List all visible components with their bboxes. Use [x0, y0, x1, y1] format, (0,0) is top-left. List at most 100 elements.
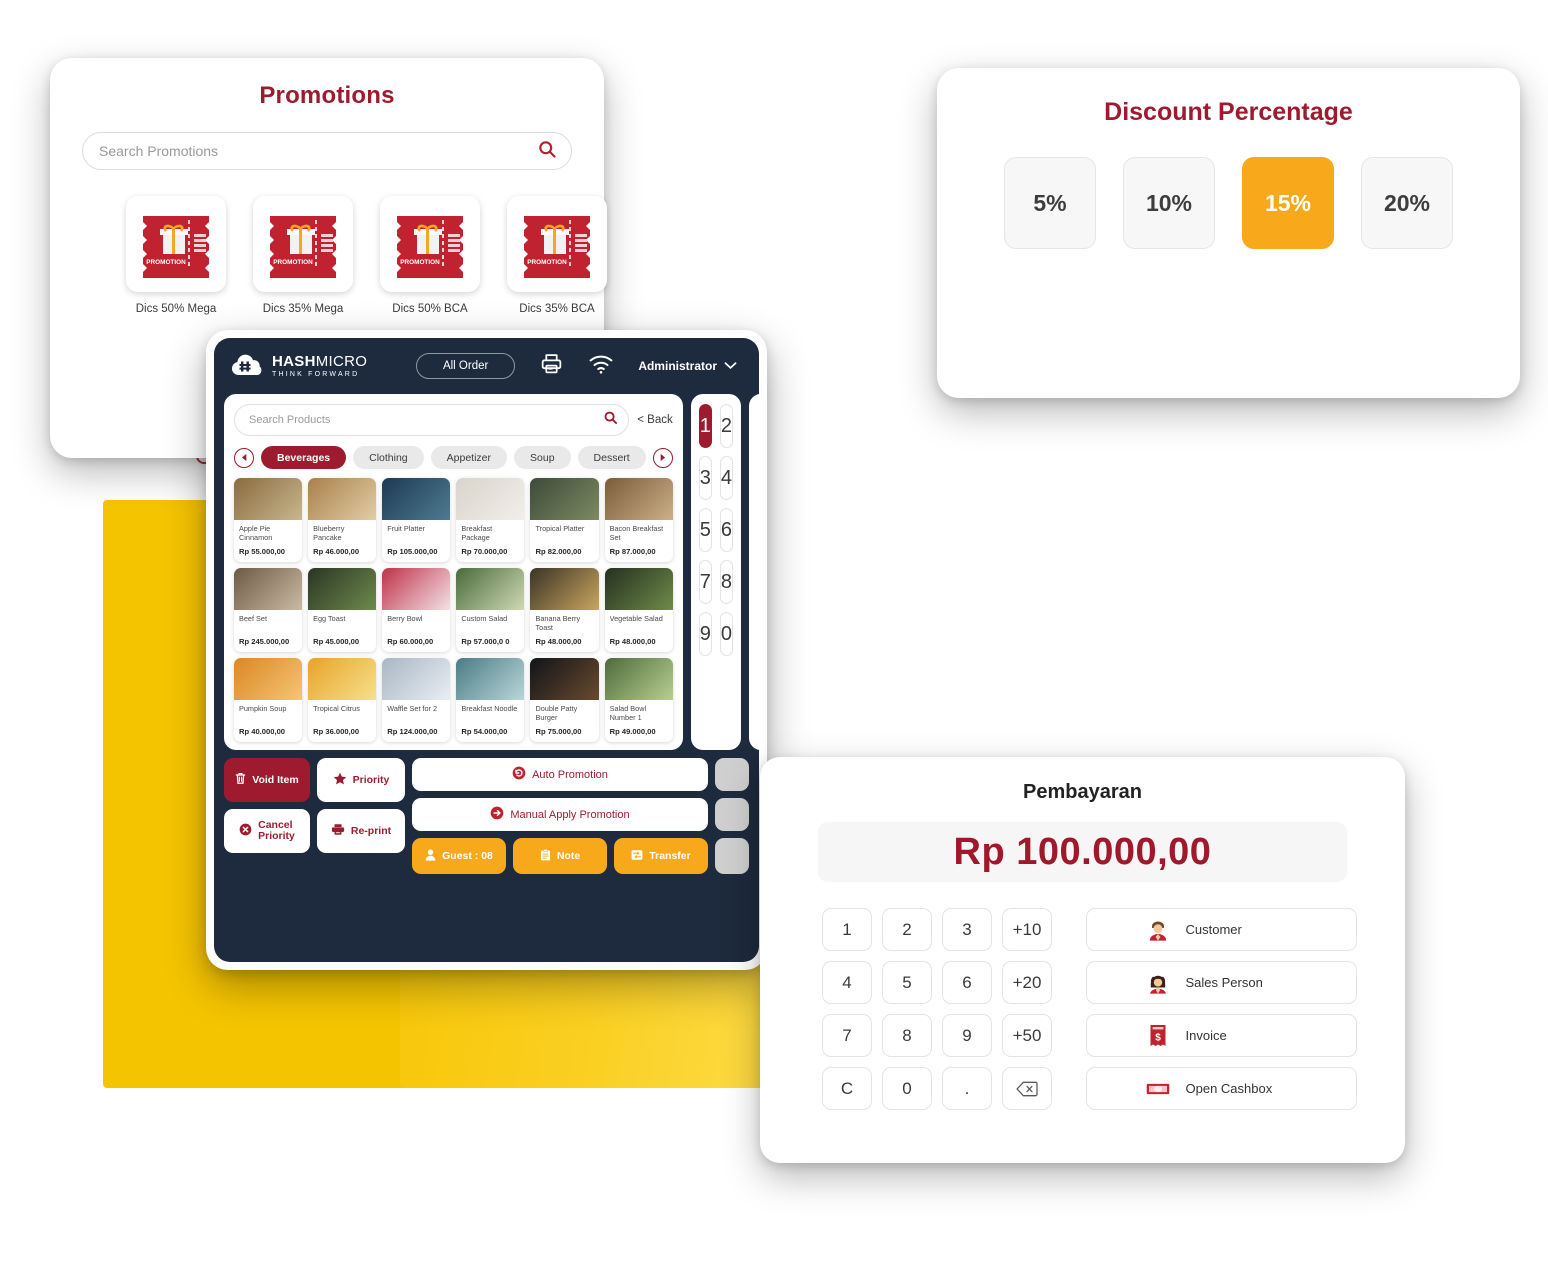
product-name: Custom Salad [461, 614, 508, 623]
payment-key-dot[interactable]: . [942, 1067, 992, 1110]
category-beverages[interactable]: Beverages [261, 446, 347, 469]
promotions-search-input[interactable] [99, 143, 537, 159]
payment-key-6[interactable]: 6 [942, 961, 992, 1004]
keypad-key-2[interactable]: 2 [719, 404, 733, 448]
backspace-icon[interactable] [1002, 1067, 1052, 1110]
payment-key-3[interactable]: 3 [942, 908, 992, 951]
payment-key-plus20[interactable]: +20 [1002, 961, 1052, 1004]
keypad-key-3[interactable]: 3 [698, 456, 712, 500]
category-appetizer[interactable]: Appetizer [430, 446, 508, 469]
keypad-key-8[interactable]: 8 [719, 560, 733, 604]
overflow-button-2[interactable] [715, 798, 749, 831]
category-dessert[interactable]: Dessert [577, 446, 646, 469]
all-order-button[interactable]: All Order [415, 353, 516, 379]
product-name: Breakfast Noodle [461, 704, 518, 713]
product-card[interactable]: Breakfast Noodle Rp 54.000,00 [456, 658, 525, 742]
chevron-left-icon[interactable] [234, 447, 254, 468]
product-card[interactable]: Tropical Platter Rp 82.000,00 [530, 478, 599, 562]
category-soup[interactable]: Soup [514, 446, 571, 469]
product-card[interactable]: Apple Pie Cinnamon Rp 55.000,00 [234, 478, 303, 562]
product-card[interactable]: Banana Berry Toast Rp 48.000,00 [530, 568, 599, 652]
product-image [308, 478, 377, 520]
overflow-button-3[interactable] [715, 838, 749, 874]
product-card[interactable]: Pumpkin Soup Rp 40.000,00 [234, 658, 303, 742]
discount-option-10[interactable]: 10% [1123, 157, 1215, 249]
product-card[interactable]: Breakfast Package Rp 70.000,00 [456, 478, 525, 562]
product-panel: < Back Beverages Clothing Appetizer Soup… [224, 394, 683, 750]
payment-key-7[interactable]: 7 [822, 1014, 872, 1057]
product-card[interactable]: Salad Bowl Number 1 Rp 49.000,00 [604, 658, 673, 742]
payment-key-plus10[interactable]: +10 [1002, 908, 1052, 951]
product-card[interactable]: Vegetable Salad Rp 48.000,00 [604, 568, 673, 652]
promotions-list: PROMOTION Dics 50% Mega PROMOTION Dics 3… [126, 196, 607, 315]
product-card[interactable]: Blueberry Pancake Rp 46.000,00 [308, 478, 377, 562]
wifi-icon[interactable] [588, 354, 614, 379]
promotion-item[interactable]: PROMOTION Dics 50% BCA [380, 196, 480, 315]
promotion-ticket-icon[interactable]: PROMOTION [126, 196, 226, 292]
product-card[interactable]: Berry Bowl Rp 60.000,00 [382, 568, 451, 652]
keypad-key-0[interactable]: 0 [719, 612, 733, 656]
promotion-item[interactable]: PROMOTION Dics 35% BCA [507, 196, 607, 315]
open-cashbox-button[interactable]: Open Cashbox [1086, 1067, 1357, 1110]
search-icon[interactable] [537, 139, 557, 164]
sales-person-button[interactable]: Sales Person [1086, 961, 1357, 1004]
product-card[interactable]: Double Patty Burger Rp 75.000,00 [530, 658, 599, 742]
chevron-right-icon[interactable] [652, 447, 673, 468]
printer-icon[interactable] [539, 351, 564, 381]
note-button[interactable]: Note [513, 838, 607, 874]
transfer-button[interactable]: Transfer [614, 838, 708, 874]
cancel-priority-button[interactable]: Cancel Priority [224, 809, 310, 853]
product-card[interactable]: Custom Salad Rp 57.000,0 0 [456, 568, 525, 652]
product-search-input[interactable] [249, 414, 604, 426]
payment-key-9[interactable]: 9 [942, 1014, 992, 1057]
back-link[interactable]: < Back [637, 414, 672, 426]
payment-keypad: 1 2 3 +10 4 5 6 +20 7 8 9 +50 C 0. [822, 908, 1052, 1110]
priority-button[interactable]: Priority [317, 758, 405, 802]
void-item-button[interactable]: Void Item [224, 758, 310, 802]
payment-key-0[interactable]: 0 [882, 1067, 932, 1110]
keypad-key-7[interactable]: 7 [698, 560, 712, 604]
search-icon[interactable] [603, 410, 618, 430]
promotion-ticket-icon[interactable]: PROMOTION [380, 196, 480, 292]
payment-key-1[interactable]: 1 [822, 908, 872, 951]
keypad-key-4[interactable]: 4 [719, 456, 733, 500]
keypad-key-5[interactable]: 5 [698, 508, 712, 552]
pos-action-bar: Void Item Cancel Priority Priority Re-pr… [214, 758, 759, 884]
customer-button[interactable]: Customer [1086, 908, 1357, 951]
product-card[interactable]: Fruit Platter Rp 105.000,00 [382, 478, 451, 562]
payment-key-2[interactable]: 2 [882, 908, 932, 951]
auto-promotion-button[interactable]: Auto Promotion [412, 758, 708, 791]
keypad-key-1[interactable]: 1 [698, 404, 712, 448]
discount-option-5[interactable]: 5% [1004, 157, 1096, 249]
invoice-button[interactable]: $ Invoice [1086, 1014, 1357, 1057]
keypad-key-9[interactable]: 9 [698, 612, 712, 656]
product-card[interactable]: Bacon Breakfast Set Rp 87.000,00 [604, 478, 673, 562]
promotions-search[interactable] [82, 132, 572, 170]
reprint-button[interactable]: Re-print [317, 809, 405, 853]
product-card[interactable]: Waffle Set for 2 Rp 124.000,00 [382, 658, 451, 742]
product-card[interactable]: Beef Set Rp 245.000,00 [234, 568, 303, 652]
keypad-key-6[interactable]: 6 [719, 508, 733, 552]
product-card[interactable]: Egg Toast Rp 45.000,00 [308, 568, 377, 652]
promotion-item[interactable]: PROMOTION Dics 50% Mega [126, 196, 226, 315]
payment-key-4[interactable]: 4 [822, 961, 872, 1004]
promotion-ticket-icon[interactable]: PROMOTION [507, 196, 607, 292]
product-image [382, 658, 451, 700]
product-search[interactable] [234, 404, 630, 436]
promotion-item[interactable]: PROMOTION Dics 35% Mega [253, 196, 353, 315]
circle-x-icon [239, 823, 252, 839]
payment-key-plus50[interactable]: +50 [1002, 1014, 1052, 1057]
discount-option-15[interactable]: 15% [1242, 157, 1334, 249]
user-menu[interactable]: Administrator [638, 357, 737, 375]
payment-key-C[interactable]: C [822, 1067, 872, 1110]
product-card[interactable]: Tropical Citrus Rp 36.000,00 [308, 658, 377, 742]
promotion-ticket-icon[interactable]: PROMOTION [253, 196, 353, 292]
overflow-button-1[interactable] [715, 758, 749, 791]
manual-apply-promotion-button[interactable]: Manual Apply Promotion [412, 798, 708, 831]
guest-button[interactable]: Guest : 08 [412, 838, 506, 874]
payment-key-8[interactable]: 8 [882, 1014, 932, 1057]
payment-key-5[interactable]: 5 [882, 961, 932, 1004]
category-clothing[interactable]: Clothing [353, 446, 424, 469]
chevron-down-icon[interactable] [724, 357, 737, 375]
discount-option-20[interactable]: 20% [1361, 157, 1453, 249]
